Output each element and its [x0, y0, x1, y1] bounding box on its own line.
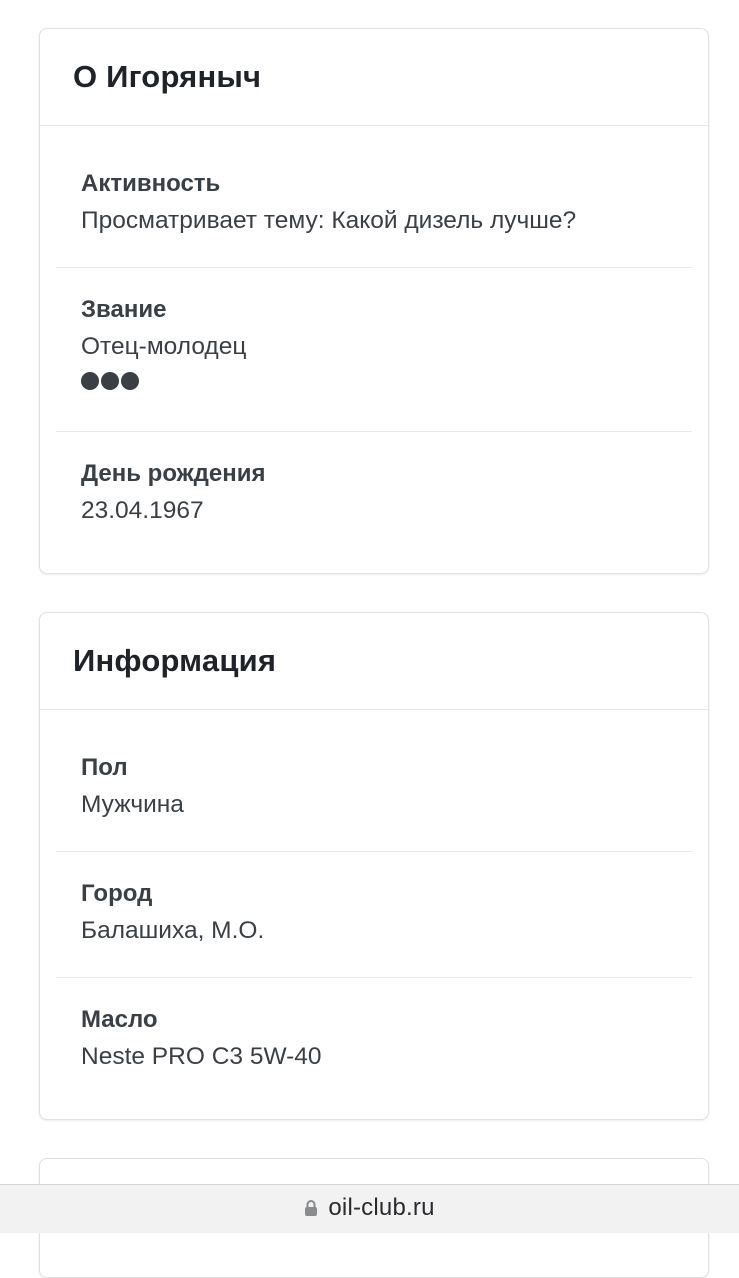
- city-row: Город Балашиха, М.О.: [56, 852, 692, 978]
- about-card-header: О Игоряныч: [40, 29, 708, 126]
- birthday-label: День рождения: [81, 460, 266, 487]
- about-card-body: Активность Просматривает тему: Какой диз…: [40, 126, 708, 572]
- info-card-body: Пол Мужчина Город Балашиха, М.О. Масло N…: [40, 710, 708, 1118]
- gender-value: Мужчина: [81, 791, 184, 818]
- browser-address-bar[interactable]: oil-club.ru: [0, 1184, 739, 1233]
- city-label: Город: [81, 880, 153, 907]
- city-value: Балашиха, М.О.: [81, 917, 265, 944]
- lock-icon: [304, 1199, 318, 1217]
- url-display[interactable]: oil-club.ru: [304, 1194, 434, 1222]
- info-card: Информация Пол Мужчина Город Балашиха, М…: [39, 612, 709, 1120]
- about-card-title: О Игоряныч: [73, 59, 262, 94]
- about-card: О Игоряныч Активность Просматривает тему…: [39, 28, 709, 574]
- birthday-value: 23.04.1967: [81, 497, 204, 524]
- rank-row: Звание Отец-молодец: [56, 268, 692, 432]
- rank-dots: [81, 372, 692, 392]
- gender-label: Пол: [81, 754, 128, 781]
- rank-label: Звание: [81, 296, 167, 323]
- birthday-row: День рождения 23.04.1967: [56, 432, 692, 572]
- activity-row: Активность Просматривает тему: Какой диз…: [56, 126, 692, 268]
- oil-row: Масло Neste PRO C3 5W-40: [56, 978, 692, 1118]
- activity-value[interactable]: Просматривает тему: Какой дизель лучше?: [81, 206, 692, 236]
- info-card-header: Информация: [40, 613, 708, 710]
- gender-row: Пол Мужчина: [56, 710, 692, 852]
- rank-dot-icon: [121, 372, 139, 390]
- rank-dot-icon: [81, 372, 99, 390]
- url-text: oil-club.ru: [328, 1194, 435, 1221]
- info-card-title: Информация: [73, 643, 277, 678]
- activity-label: Активность: [81, 170, 221, 197]
- rank-value: Отец-молодец: [81, 333, 247, 360]
- rank-dot-icon: [101, 372, 119, 390]
- oil-label: Масло: [81, 1006, 158, 1033]
- oil-value: Neste PRO C3 5W-40: [81, 1043, 322, 1070]
